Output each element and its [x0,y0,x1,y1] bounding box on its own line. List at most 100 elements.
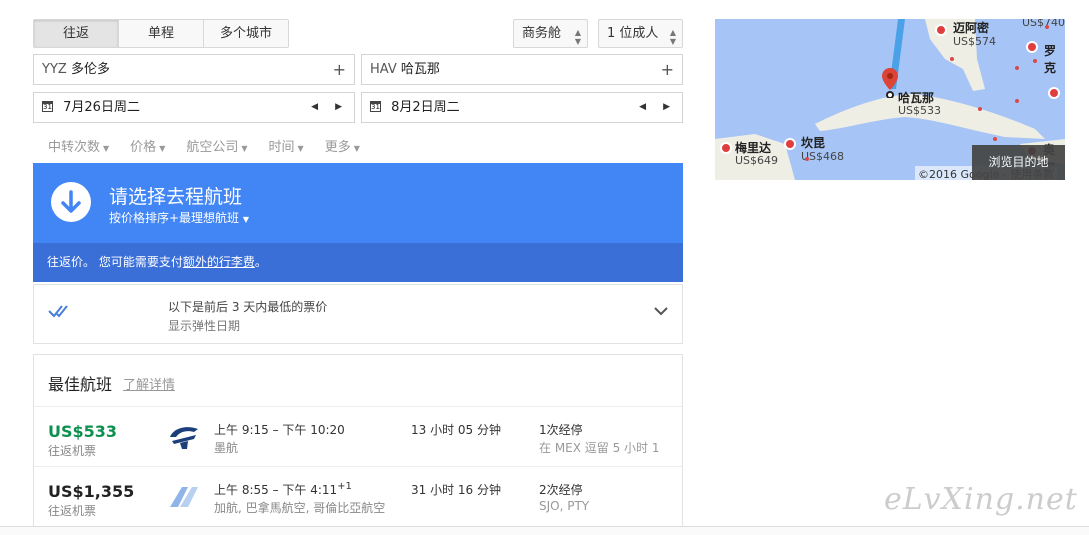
calendar-icon: 31 [370,101,381,112]
flight-duration: 13 小时 05 分钟 [411,423,501,437]
filter-more[interactable]: 更多 ▼ [325,136,360,155]
destination-map[interactable]: 迈阿密 US$574 US$740 罗克 哈瓦那 US$533 梅里达 US$6… [715,19,1065,180]
watermark: eLvXing.net [884,482,1078,517]
ticket-type: 往返机票 [48,504,97,518]
plus-icon[interactable]: + [333,55,346,84]
passengers-select[interactable]: 1 位成人 ▲ ▼ [598,19,683,48]
filter-label: 航空公司 [186,140,239,155]
map-marker[interactable] [784,138,796,150]
browse-destinations-button[interactable]: 浏览目的地 [972,145,1065,180]
map-city-price: US$533 [898,104,942,117]
flight-times: 上午 9:15 – 下午 10:20 [214,423,345,437]
notice-text: 往返价。 您可能需要支付 [47,255,183,269]
filter-label: 价格 [130,140,157,155]
filter-time[interactable]: 时间 ▼ [269,136,304,155]
notice-suffix: 。 [254,255,267,269]
best-flights-header: 最佳航班 了解详情 [34,355,682,407]
stop-details: 在 MEX 逗留 5 小时 1 [539,441,660,455]
destination-code: HAV [370,62,397,77]
map-small-marker [1015,66,1019,70]
map-small-marker [978,107,982,111]
trip-type-multicity[interactable]: 多个城市 [204,20,288,47]
arrow-down-icon [51,182,91,222]
roundtrip-notice: 往返价。 您可能需要支付额外的行李费。 [33,243,683,282]
sort-label: 按价格排序+最理想航班 [109,211,240,225]
return-date-field[interactable]: 31 8月2日周二 ◀ ▶ [361,92,683,123]
depart-date: 7月26日周二 [63,100,140,115]
flight-row[interactable]: US$1,355 往返机票 上午 8:55 – 下午 4:11+1 加航, 巴拿… [34,467,682,527]
map-small-marker [805,157,809,161]
flight-times-text: 上午 8:55 – 下午 4:11 [214,483,338,497]
sort-dropdown[interactable]: 按价格排序+最理想航班 ▼ [109,209,249,226]
stop-count: 1次经停 [539,423,583,437]
caret-down-icon: ▼ [242,215,250,224]
airline-name: 加航, 巴拿馬航空, 哥倫比亞航空 [214,501,386,515]
best-flights-panel: 最佳航班 了解详情 US$533 往返机票 上午 9:15 – 下午 10:20… [33,354,683,529]
map-marker[interactable] [1026,41,1038,53]
map-marker[interactable] [935,24,947,36]
flex-dates-sub: 显示弹性日期 [168,319,241,333]
filter-label: 中转次数 [48,140,101,155]
map-marker[interactable] [1048,87,1060,99]
map-marker[interactable] [720,142,732,154]
map-small-marker [1033,59,1037,63]
origin-name: 多伦多 [70,62,110,77]
status-bar [0,526,1089,535]
prev-date-icon[interactable]: ◀ [311,93,318,122]
map-small-marker [993,137,997,141]
cabin-select[interactable]: 商务舱 ▲ ▼ [513,19,588,48]
map-city-label: 坎昆 [801,136,826,150]
best-flights-title: 最佳航班 [48,375,113,394]
next-date-icon[interactable]: ▶ [663,93,670,122]
banner-title: 请选择去程航班 [109,186,243,208]
caret-down-icon: ▼ [241,144,248,153]
chevron-down-icon[interactable] [654,306,668,316]
filter-bar: 中转次数 ▼ 价格 ▼ 航空公司 ▼ 时间 ▼ 更多 ▼ [48,136,360,155]
stop-details: SJO, PTY [539,499,590,513]
destination-field[interactable]: HAV 哈瓦那 + [361,54,683,85]
map-small-marker [1015,99,1019,103]
origin-field[interactable]: YYZ 多伦多 + [33,54,355,85]
trip-type-selector: 往返 单程 多个城市 [33,19,289,48]
flex-dates-heading: 以下是前后 3 天内最低的票价 [168,300,328,314]
aeromexico-logo-icon [170,427,198,449]
passengers-label: 1 位成人 [607,26,659,41]
return-date: 8月2日周二 [391,100,460,115]
map-city-price: US$649 [735,154,779,167]
origin-code: YYZ [42,62,67,77]
learn-more-link[interactable]: 了解详情 [123,374,175,393]
filter-label: 更多 [324,140,351,155]
caret-down-icon: ▼ [353,144,360,153]
select-outbound-banner: 请选择去程航班 按价格排序+最理想航班 ▼ [33,163,683,243]
next-date-icon[interactable]: ▶ [335,93,342,122]
plus-icon[interactable]: + [661,55,674,84]
trip-type-roundtrip[interactable]: 往返 [34,20,119,47]
map-small-marker [950,57,954,61]
stop-count: 2次经停 [539,483,583,497]
flight-times: 上午 8:55 – 下午 4:11+1 [214,481,352,498]
calendar-icon: 31 [42,101,53,112]
flight-price: US$533 [48,422,118,441]
double-check-icon [48,305,68,318]
airline-name: 墨航 [214,441,239,455]
caret-down-icon: ▼ [297,144,304,153]
trip-type-oneway[interactable]: 单程 [119,20,204,47]
map-city-label: 罗克 [1044,44,1057,75]
filter-stops[interactable]: 中转次数 ▼ [48,136,109,155]
updown-arrow-icon: ▲ ▼ [669,28,676,46]
filter-price[interactable]: 价格 ▼ [130,136,165,155]
map-small-marker [1045,25,1049,29]
map-pin-icon [882,68,898,98]
filter-airline[interactable]: 航空公司 ▼ [186,136,247,155]
updown-arrow-icon: ▲ ▼ [574,28,581,46]
flight-row[interactable]: US$533 往返机票 上午 9:15 – 下午 10:20 墨航 13 小时 … [34,407,682,467]
flexible-dates-panel[interactable]: 以下是前后 3 天内最低的票价 显示弹性日期 [33,284,683,344]
depart-date-field[interactable]: 31 7月26日周二 ◀ ▶ [33,92,355,123]
flight-duration: 31 小时 16 分钟 [411,483,501,497]
caret-down-icon: ▼ [159,144,166,153]
caret-down-icon: ▼ [103,144,110,153]
filter-label: 时间 [268,140,295,155]
prev-date-icon[interactable]: ◀ [639,93,646,122]
ticket-type: 往返机票 [48,444,97,458]
baggage-fee-link[interactable]: 额外的行李费 [183,255,255,269]
